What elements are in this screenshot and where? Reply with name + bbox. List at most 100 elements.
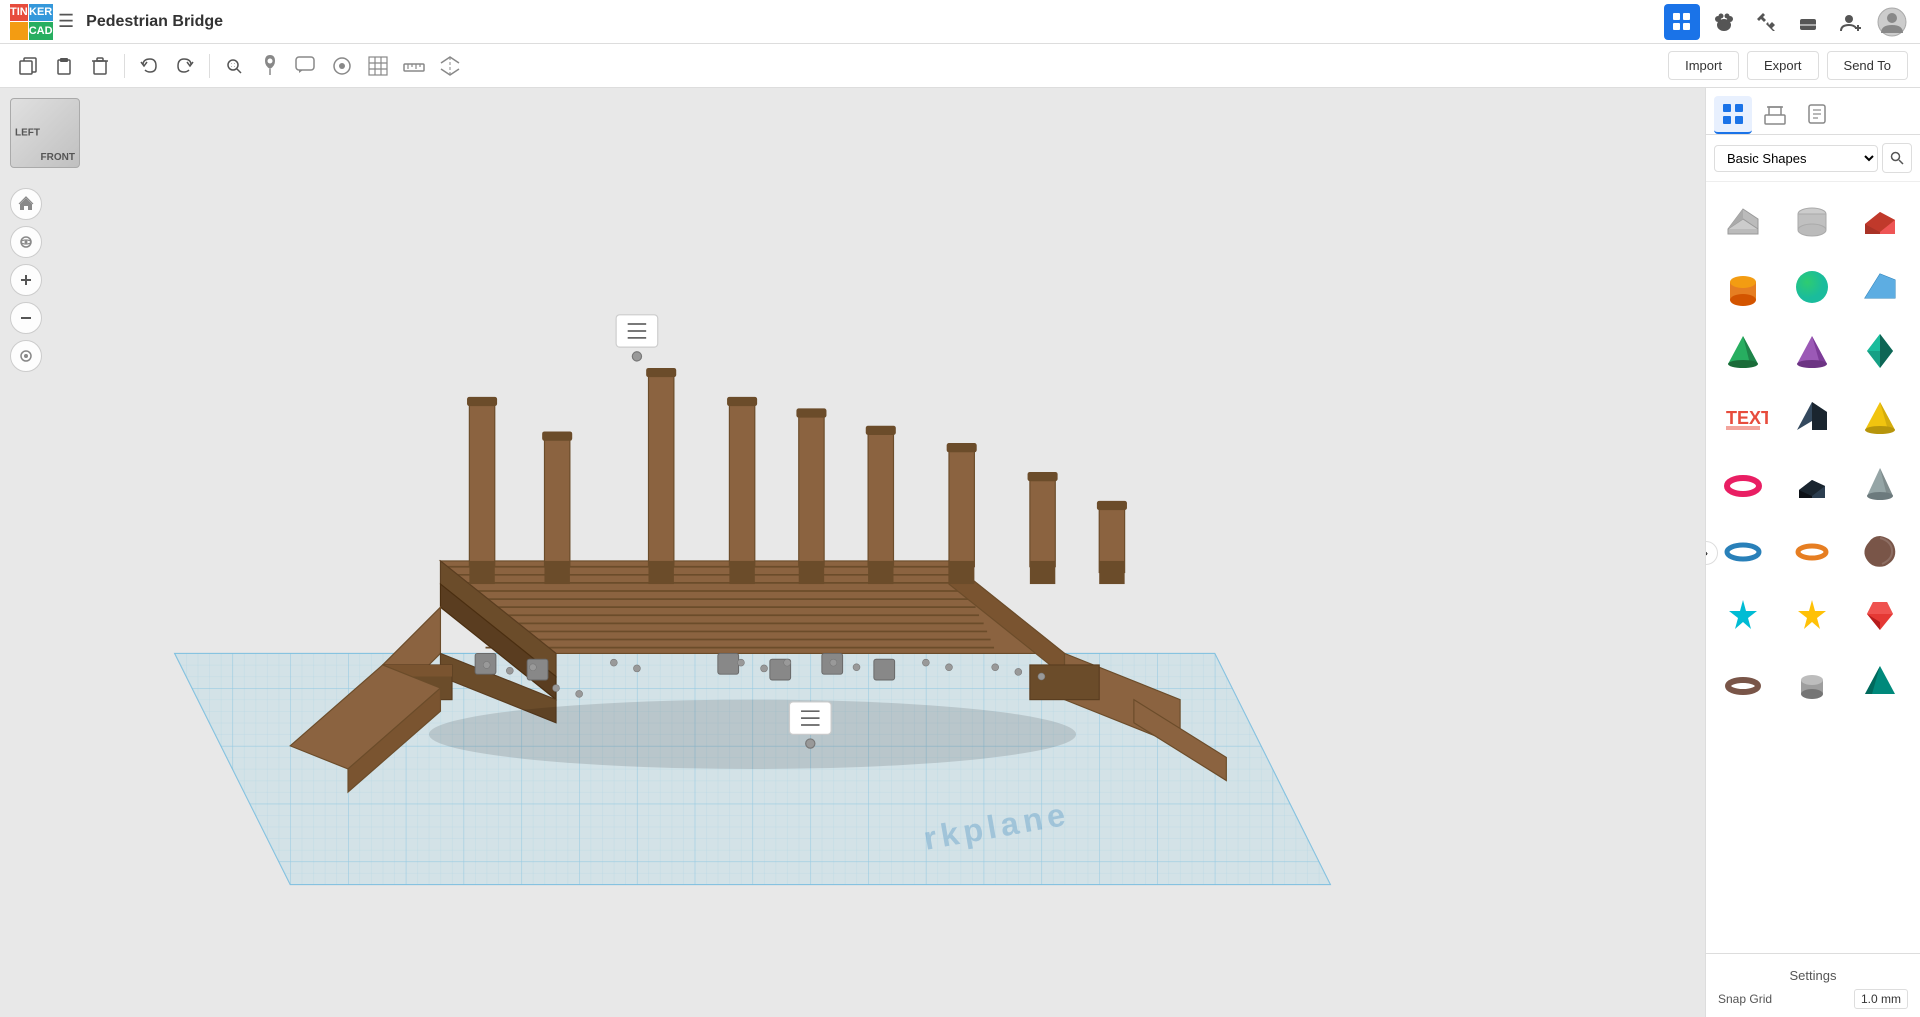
torus-blue-icon xyxy=(1718,524,1768,574)
view-cube[interactable]: LEFT FRONT xyxy=(10,98,80,168)
shape-box-solid[interactable] xyxy=(1851,190,1909,248)
fit-button[interactable] xyxy=(10,340,42,372)
shape-diamond[interactable] xyxy=(1851,322,1909,380)
shape-box-hole[interactable] xyxy=(1714,190,1772,248)
tools-icon xyxy=(1756,12,1776,32)
cube-face[interactable]: LEFT FRONT xyxy=(10,98,80,168)
shape-cyl-gray[interactable] xyxy=(1783,652,1841,710)
shape-sphere[interactable] xyxy=(1783,256,1841,314)
profile-button[interactable] xyxy=(1874,4,1910,40)
export-button[interactable]: Export xyxy=(1747,51,1819,80)
view-flip-icon xyxy=(439,55,461,77)
torus-orange-icon xyxy=(1787,524,1837,574)
svg-text:TEXT: TEXT xyxy=(1726,408,1768,428)
star-yellow-icon xyxy=(1787,590,1837,640)
project-title[interactable]: Pedestrian Bridge xyxy=(86,13,223,31)
notes-tab-icon xyxy=(1806,103,1828,125)
shape-torus-orange[interactable] xyxy=(1783,520,1841,578)
shape-text[interactable]: TEXT xyxy=(1714,388,1772,446)
briefcase-button[interactable] xyxy=(1790,4,1826,40)
paw-button[interactable] xyxy=(1706,4,1742,40)
zoom-in-button[interactable] xyxy=(10,264,42,296)
text-shape-icon: TEXT xyxy=(1718,392,1768,442)
shape-pyramid-yellow[interactable] xyxy=(1851,388,1909,446)
shape-cylinder[interactable] xyxy=(1714,256,1772,314)
toolbar-separator-2 xyxy=(209,54,210,78)
paw-icon xyxy=(1713,11,1735,33)
grid-tab-icon xyxy=(1722,103,1744,125)
shape-gem-red[interactable] xyxy=(1851,586,1909,644)
undo-icon xyxy=(140,57,158,75)
action-buttons: Import Export Send To xyxy=(1668,51,1908,80)
bridge-shadow xyxy=(429,700,1076,769)
prism-icon xyxy=(1787,392,1837,442)
shape-cylinder-hole[interactable] xyxy=(1783,190,1841,248)
view-ruler-button[interactable] xyxy=(398,50,430,82)
home-button[interactable] xyxy=(10,188,42,220)
shape-wedge[interactable] xyxy=(1851,256,1909,314)
snap-grid-row: Snap Grid 1.0 mm xyxy=(1718,989,1908,1009)
shape-search-button[interactable] xyxy=(1882,143,1912,173)
view-circle-button[interactable] xyxy=(326,50,358,82)
shape-star-yellow[interactable] xyxy=(1783,586,1841,644)
shape-pyramid-green[interactable] xyxy=(1714,322,1772,380)
shape-star-teal[interactable] xyxy=(1714,586,1772,644)
app-logo[interactable]: TIN KER CAD xyxy=(10,4,46,40)
cylinder-icon xyxy=(1718,260,1768,310)
blob-icon xyxy=(1855,524,1905,574)
pyramid-yellow-icon xyxy=(1855,392,1905,442)
apps-button[interactable] xyxy=(1664,4,1700,40)
shape-blob[interactable] xyxy=(1851,520,1909,578)
shape-torus-brown[interactable] xyxy=(1714,652,1772,710)
search-icon xyxy=(1890,151,1904,165)
add-profile-button[interactable] xyxy=(1832,4,1868,40)
3d-viewport[interactable]: LEFT FRONT xyxy=(0,88,1705,1017)
tab-shapes[interactable] xyxy=(1714,96,1752,134)
view-grid-button[interactable] xyxy=(362,50,394,82)
tooltip-1[interactable] xyxy=(616,315,658,361)
copy-button[interactable] xyxy=(12,50,44,82)
delete-button[interactable] xyxy=(84,50,116,82)
fit-icon xyxy=(18,348,34,364)
tools-button[interactable] xyxy=(1748,4,1784,40)
briefcase-icon xyxy=(1798,12,1818,32)
shape-box-dark[interactable] xyxy=(1783,454,1841,512)
diamond-icon xyxy=(1855,326,1905,376)
zoom-out-button[interactable] xyxy=(10,302,42,334)
view-flip-button[interactable] xyxy=(434,50,466,82)
import-button[interactable]: Import xyxy=(1668,51,1739,80)
view-bubble-icon xyxy=(295,56,317,76)
undo-button[interactable] xyxy=(133,50,165,82)
cube-label-front: FRONT xyxy=(41,152,75,163)
view-search-button[interactable] xyxy=(218,50,250,82)
top-navbar: TIN KER CAD ☰ Pedestrian Bridge xyxy=(0,0,1920,44)
paste-button[interactable] xyxy=(48,50,80,82)
shape-pyramid-purple[interactable] xyxy=(1783,322,1841,380)
view-pin-button[interactable] xyxy=(254,50,286,82)
snap-grid-label: Snap Grid xyxy=(1718,992,1772,1006)
tab-construction[interactable] xyxy=(1756,96,1794,134)
send-to-button[interactable]: Send To xyxy=(1827,51,1908,80)
view-bubble-button[interactable] xyxy=(290,50,322,82)
tab-notes[interactable] xyxy=(1798,96,1836,134)
settings-label[interactable]: Settings xyxy=(1718,962,1908,989)
view-search-icon xyxy=(224,56,244,76)
box-hole-icon xyxy=(1718,194,1768,244)
shape-torus-blue[interactable] xyxy=(1714,520,1772,578)
redo-button[interactable] xyxy=(169,50,201,82)
gem-red-icon xyxy=(1855,590,1905,640)
shape-prism[interactable] xyxy=(1783,388,1841,446)
shape-torus-pink[interactable] xyxy=(1714,454,1772,512)
snap-grid-value[interactable]: 1.0 mm xyxy=(1854,989,1908,1009)
orbit-button[interactable] xyxy=(10,226,42,258)
shape-category-dropdown[interactable]: Basic Shapes xyxy=(1714,145,1878,172)
hamburger-menu[interactable]: ☰ xyxy=(54,7,78,36)
logo-cad: CAD xyxy=(29,22,53,40)
shape-cone-gray[interactable] xyxy=(1851,454,1909,512)
shape-teal2[interactable] xyxy=(1851,652,1909,710)
cyl-gray-icon xyxy=(1787,656,1837,706)
logo-tin: TIN xyxy=(10,4,28,22)
torus-pink-icon xyxy=(1718,458,1768,508)
shape-category-selector: Basic Shapes xyxy=(1706,135,1920,182)
construction-tab-icon xyxy=(1764,103,1786,125)
